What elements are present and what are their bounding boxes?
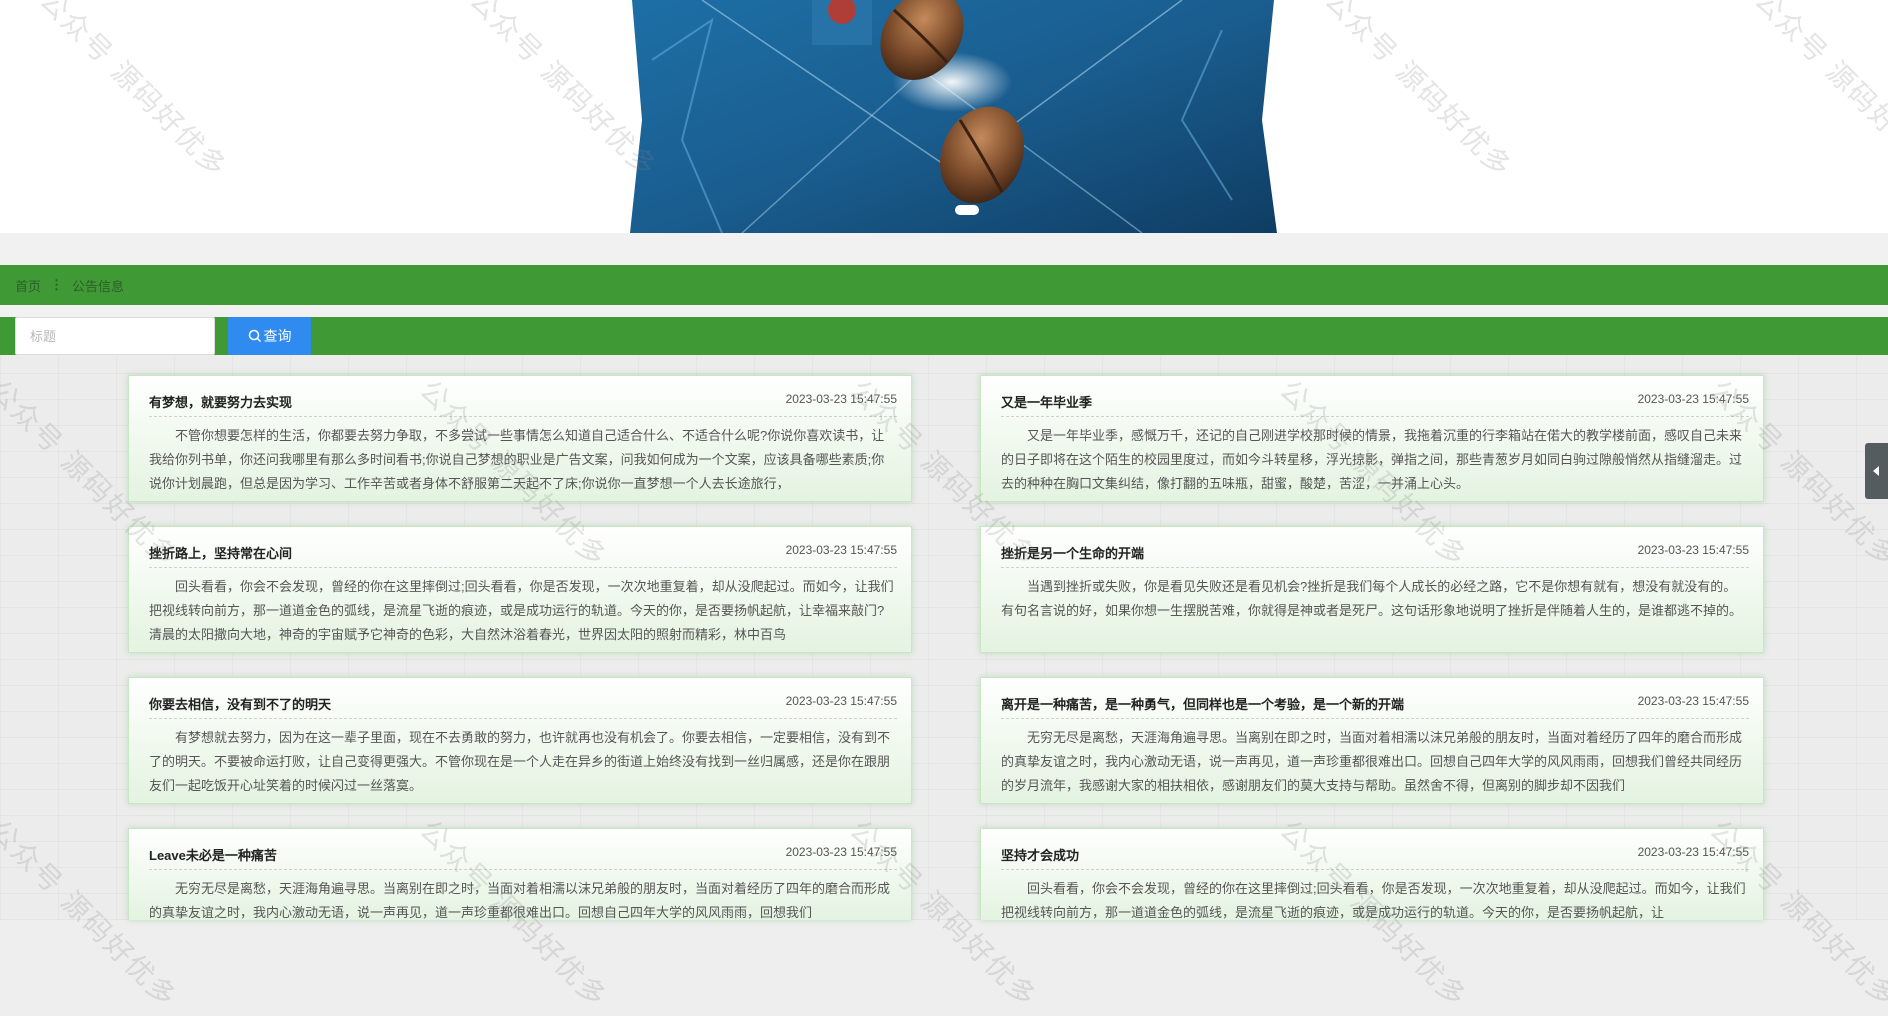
notice-time: 2023-03-23 15:47:55 bbox=[1637, 694, 1749, 708]
notice-time: 2023-03-23 15:47:55 bbox=[785, 543, 897, 557]
notice-content: 不管你想要怎样的生活，你都要去努力争取，不多尝试一些事情怎么知道自己适合什么、不… bbox=[149, 428, 885, 491]
notice-content: 当遇到挫折或失败，你是看见失败还是看见机会?挫折是我们每个人成长的必经之路，它不… bbox=[1001, 579, 1743, 618]
notice-content: 回头看看，你会不会发现，曾经的你在这里摔倒过;回头看看，你是否发现，一次次地重复… bbox=[1001, 881, 1746, 920]
notice-title: 坚持才会成功 bbox=[1001, 848, 1080, 863]
card-divider bbox=[149, 869, 897, 870]
side-panel-toggle[interactable] bbox=[1865, 443, 1888, 499]
card-divider bbox=[1001, 869, 1749, 870]
notice-time: 2023-03-23 15:47:55 bbox=[1637, 392, 1749, 406]
notice-time: 2023-03-23 15:47:55 bbox=[1637, 543, 1749, 557]
notice-content: 回头看看，你会不会发现，曾经的你在这里摔倒过;回头看看，你是否发现，一次次地重复… bbox=[149, 579, 894, 642]
notice-time: 2023-03-23 15:47:55 bbox=[785, 694, 897, 708]
notice-card[interactable]: 又是一年毕业季 2023-03-23 15:47:55 又是一年毕业季，感慨万千，… bbox=[980, 375, 1764, 502]
card-divider bbox=[149, 416, 897, 417]
breadcrumb-separator-icon: ⋮ bbox=[50, 277, 64, 292]
notice-content: 又是一年毕业季，感慨万千，还记的自己刚进学校那时候的情景，我拖着沉重的行李箱站在… bbox=[1001, 428, 1743, 491]
notice-time: 2023-03-23 15:47:55 bbox=[1637, 845, 1749, 859]
banner-spacer bbox=[0, 233, 1888, 265]
search-icon bbox=[248, 329, 261, 343]
card-divider bbox=[1001, 718, 1749, 719]
breadcrumb-current: 公告信息 bbox=[72, 278, 125, 294]
divider-strip bbox=[0, 305, 1888, 317]
breadcrumb-home-link[interactable]: 首页 bbox=[15, 276, 41, 295]
notice-content: 无穷无尽是离愁，天涯海角遍寻思。当离别在即之时，当面对着相濡以沫兄弟般的朋友时，… bbox=[1001, 730, 1743, 793]
banner-carousel bbox=[0, 0, 1888, 233]
notice-title: 你要去相信，没有到不了的明天 bbox=[149, 697, 332, 712]
notice-title: Leave未必是一种痛苦 bbox=[149, 848, 277, 863]
coffee-banner-image bbox=[630, 0, 1277, 233]
notice-card[interactable]: 你要去相信，没有到不了的明天 2023-03-23 15:47:55 有梦想就去努… bbox=[128, 677, 912, 804]
notice-time: 2023-03-23 15:47:55 bbox=[785, 392, 897, 406]
notice-card[interactable]: 挫折路上，坚持常在心间 2023-03-23 15:47:55 回头看看，你会不会… bbox=[128, 526, 912, 653]
breadcrumb: 首页 ⋮ 公告信息 bbox=[0, 265, 1888, 305]
notice-title: 挫折是另一个生命的开端 bbox=[1001, 546, 1145, 561]
notice-card[interactable]: 离开是一种痛苦，是一种勇气，但同样也是一个考验，是一个新的开端 2023-03-2… bbox=[980, 677, 1764, 804]
search-button-label: 查询 bbox=[263, 328, 292, 344]
card-divider bbox=[149, 567, 897, 568]
notice-title: 挫折路上，坚持常在心间 bbox=[149, 546, 293, 561]
notice-title: 又是一年毕业季 bbox=[1001, 395, 1093, 410]
notice-title: 有梦想，就要努力去实现 bbox=[149, 395, 293, 410]
search-button[interactable]: 查询 bbox=[228, 317, 311, 355]
notice-card[interactable]: Leave未必是一种痛苦 2023-03-23 15:47:55 无穷无尽是离愁，… bbox=[128, 828, 912, 920]
card-divider bbox=[1001, 416, 1749, 417]
title-search-input[interactable] bbox=[15, 317, 215, 355]
notice-title: 离开是一种痛苦，是一种勇气，但同样也是一个考验，是一个新的开端 bbox=[1001, 697, 1405, 712]
notice-card[interactable]: 有梦想，就要努力去实现 2023-03-23 15:47:55 不管你想要怎样的生… bbox=[128, 375, 912, 502]
notice-time: 2023-03-23 15:47:55 bbox=[785, 845, 897, 859]
card-divider bbox=[149, 718, 897, 719]
search-bar: 查询 bbox=[0, 317, 1888, 355]
notice-content: 有梦想就去努力，因为在这一辈子里面，现在不去勇敢的努力，也许就再也没有机会了。你… bbox=[149, 730, 891, 793]
notice-content: 无穷无尽是离愁，天涯海角遍寻思。当离别在即之时，当面对着相濡以沫兄弟般的朋友时，… bbox=[149, 881, 891, 920]
notice-card[interactable]: 挫折是另一个生命的开端 2023-03-23 15:47:55 当遇到挫折或失败，… bbox=[980, 526, 1764, 653]
carousel-indicator[interactable] bbox=[955, 205, 979, 215]
card-divider bbox=[1001, 567, 1749, 568]
notice-card[interactable]: 坚持才会成功 2023-03-23 15:47:55 回头看看，你会不会发现，曾经… bbox=[980, 828, 1764, 920]
